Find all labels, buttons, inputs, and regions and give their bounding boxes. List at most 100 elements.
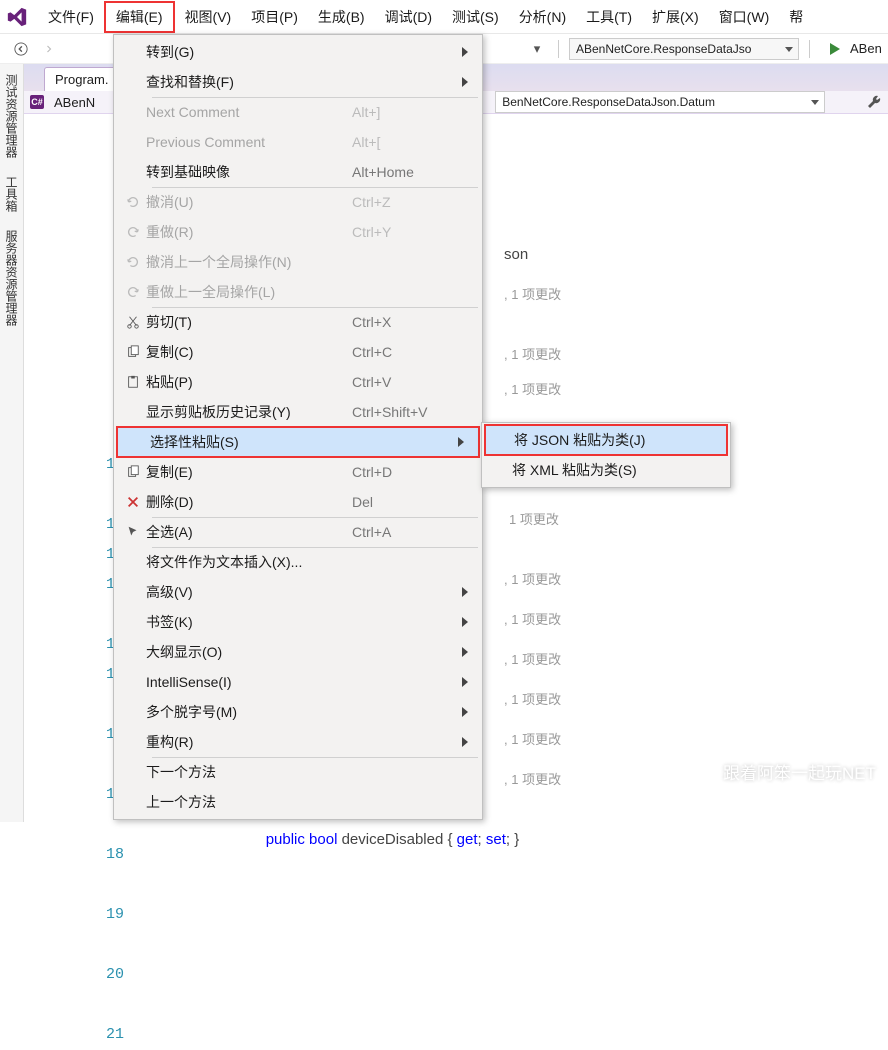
left-tab-server-explorer[interactable]: 服务器资源管理器 xyxy=(3,230,20,326)
csharp-icon: C# xyxy=(30,95,44,109)
menu-test[interactable]: 测试(S) xyxy=(442,3,509,31)
menu-item-icon xyxy=(120,495,146,509)
edit-menu-dropdown: 转到(G)查找和替换(F)Next CommentAlt+]Previous C… xyxy=(113,34,483,820)
submenu-arrow-icon xyxy=(462,615,474,630)
watermark-text: 跟着阿笨一起玩NET xyxy=(723,759,876,784)
menu-item-label: 重做上一全局操作(L) xyxy=(146,282,352,302)
menu-item-label: Next Comment xyxy=(146,104,352,120)
menu-item-shortcut: Ctrl+Shift+V xyxy=(352,404,462,420)
menu-extensions[interactable]: 扩展(X) xyxy=(642,3,709,31)
menu-tools[interactable]: 工具(T) xyxy=(576,3,642,31)
edit-menu-item[interactable]: 书签(K) xyxy=(114,607,482,637)
menu-item-label: 剪切(T) xyxy=(146,312,352,332)
chevron-down-icon[interactable]: ▾ xyxy=(526,38,548,60)
edit-menu-item[interactable]: 复制(C)Ctrl+C xyxy=(114,337,482,367)
menu-item-icon xyxy=(120,525,146,539)
menu-item-label: 删除(D) xyxy=(146,492,352,512)
menu-item-label: 书签(K) xyxy=(146,612,352,632)
menu-bar: 文件(F) 编辑(E) 视图(V) 项目(P) 生成(B) 调试(D) 测试(S… xyxy=(0,0,888,34)
submenu-arrow-icon xyxy=(462,585,474,600)
edit-menu-item: 撤消(U)Ctrl+Z xyxy=(114,187,482,217)
edit-menu-item: 重做上一全局操作(L) xyxy=(114,277,482,307)
nav-member-combo[interactable]: BenNetCore.ResponseDataJson.Datum xyxy=(495,91,825,113)
nav-back-button[interactable] xyxy=(10,38,32,60)
menu-item-label: 复制(C) xyxy=(146,342,352,362)
edit-menu-item[interactable]: 大纲显示(O) xyxy=(114,637,482,667)
edit-menu-item[interactable]: 删除(D)Del xyxy=(114,487,482,517)
left-tab-test-explorer[interactable]: 测试资源管理器 xyxy=(3,74,20,158)
menu-item-label: 重构(R) xyxy=(146,732,352,752)
edit-menu-item[interactable]: 粘贴(P)Ctrl+V xyxy=(114,367,482,397)
menu-item-shortcut: Ctrl+X xyxy=(352,314,462,330)
menu-item-shortcut: Ctrl+Y xyxy=(352,224,462,240)
edit-menu-item[interactable]: 重构(R) xyxy=(114,727,482,757)
edit-menu-item[interactable]: 下一个方法 xyxy=(114,757,482,787)
menu-item-label: 大纲显示(O) xyxy=(146,642,352,662)
nav-member-text: BenNetCore.ResponseDataJson.Datum xyxy=(502,95,715,109)
left-tool-rail: 测试资源管理器 工具箱 服务器资源管理器 xyxy=(0,64,24,822)
submenu-arrow-icon xyxy=(462,645,474,660)
paste-special-item[interactable]: 将 JSON 粘贴为类(J) xyxy=(484,424,728,456)
menu-view[interactable]: 视图(V) xyxy=(175,3,242,31)
menu-item-label: 转到(G) xyxy=(146,42,352,62)
menu-item-shortcut: Ctrl+Z xyxy=(352,194,462,210)
edit-menu-item: 撤消上一个全局操作(N) xyxy=(114,247,482,277)
submenu-arrow-icon xyxy=(458,435,470,450)
menu-file[interactable]: 文件(F) xyxy=(38,3,104,31)
menu-window[interactable]: 窗口(W) xyxy=(709,3,780,31)
menu-item-shortcut: Alt+Home xyxy=(352,164,462,180)
menu-build[interactable]: 生成(B) xyxy=(308,3,375,31)
code-keyword: set xyxy=(486,831,506,848)
edit-menu-item[interactable]: 选择性粘贴(S) xyxy=(116,426,480,458)
menu-item-shortcut: Alt+[ xyxy=(352,134,462,150)
menu-item-label: 撤消(U) xyxy=(146,192,352,212)
edit-menu-item[interactable]: 全选(A)Ctrl+A xyxy=(114,517,482,547)
edit-menu-item[interactable]: 转到基础映像Alt+Home xyxy=(114,157,482,187)
edit-menu-item[interactable]: 将文件作为文本插入(X)... xyxy=(114,547,482,577)
edit-menu-item[interactable]: 转到(G) xyxy=(114,37,482,67)
menu-item-shortcut: Ctrl+A xyxy=(352,524,462,540)
edit-menu-item[interactable]: IntelliSense(I) xyxy=(114,667,482,697)
menu-item-icon xyxy=(120,345,146,359)
left-tab-toolbox[interactable]: 工具箱 xyxy=(3,176,20,212)
code-keyword: public bool xyxy=(266,831,338,848)
paste-special-item[interactable]: 将 XML 粘贴为类(S) xyxy=(482,455,730,485)
menu-project[interactable]: 项目(P) xyxy=(241,3,308,31)
edit-menu-item: Previous CommentAlt+[ xyxy=(114,127,482,157)
menu-debug[interactable]: 调试(D) xyxy=(375,3,442,31)
menu-item-icon xyxy=(120,315,146,329)
code-ident: deviceDisabled { xyxy=(337,831,456,848)
edit-menu-item: Next CommentAlt+] xyxy=(114,97,482,127)
menu-analyze[interactable]: 分析(N) xyxy=(509,3,576,31)
menu-item-shortcut: Ctrl+C xyxy=(352,344,462,360)
edit-menu-item[interactable]: 高级(V) xyxy=(114,577,482,607)
menu-item-shortcut: Alt+] xyxy=(352,104,462,120)
startup-project-combo[interactable]: ABenNetCore.ResponseDataJso xyxy=(569,38,799,60)
paste-special-submenu: 将 JSON 粘贴为类(J)将 XML 粘贴为类(S) xyxy=(481,422,731,488)
vs-logo-icon xyxy=(6,6,28,28)
submenu-arrow-icon xyxy=(462,75,474,90)
edit-menu-item[interactable]: 上一个方法 xyxy=(114,787,482,817)
edit-menu-item[interactable]: 复制(E)Ctrl+D xyxy=(114,457,482,487)
nav-forward-button[interactable] xyxy=(38,38,60,60)
edit-menu-item: 重做(R)Ctrl+Y xyxy=(114,217,482,247)
nav-project[interactable]: ABenN xyxy=(54,95,95,110)
start-debug-icon[interactable] xyxy=(830,43,840,55)
edit-menu-item[interactable]: 多个脱字号(M) xyxy=(114,697,482,727)
menu-edit[interactable]: 编辑(E) xyxy=(104,1,175,33)
edit-menu-item[interactable]: 显示剪贴板历史记录(Y)Ctrl+Shift+V xyxy=(114,397,482,427)
edit-menu-item[interactable]: 查找和替换(F) xyxy=(114,67,482,97)
edit-menu-item[interactable]: 剪切(T)Ctrl+X xyxy=(114,307,482,337)
start-debug-label[interactable]: ABen xyxy=(850,41,882,56)
watermark: 跟着阿笨一起玩NET xyxy=(693,759,876,784)
menu-item-icon xyxy=(120,255,146,269)
menu-help[interactable]: 帮 xyxy=(779,3,813,31)
menu-item-label: IntelliSense(I) xyxy=(146,674,352,690)
wrench-icon[interactable] xyxy=(866,94,882,110)
menu-item-icon xyxy=(120,465,146,479)
menu-item-label: 显示剪贴板历史记录(Y) xyxy=(146,402,352,422)
menu-item-label: 多个脱字号(M) xyxy=(146,702,352,722)
menu-item-label: Previous Comment xyxy=(146,134,352,150)
menu-item-label: 撤消上一个全局操作(N) xyxy=(146,252,352,272)
menu-item-shortcut: Del xyxy=(352,494,462,510)
